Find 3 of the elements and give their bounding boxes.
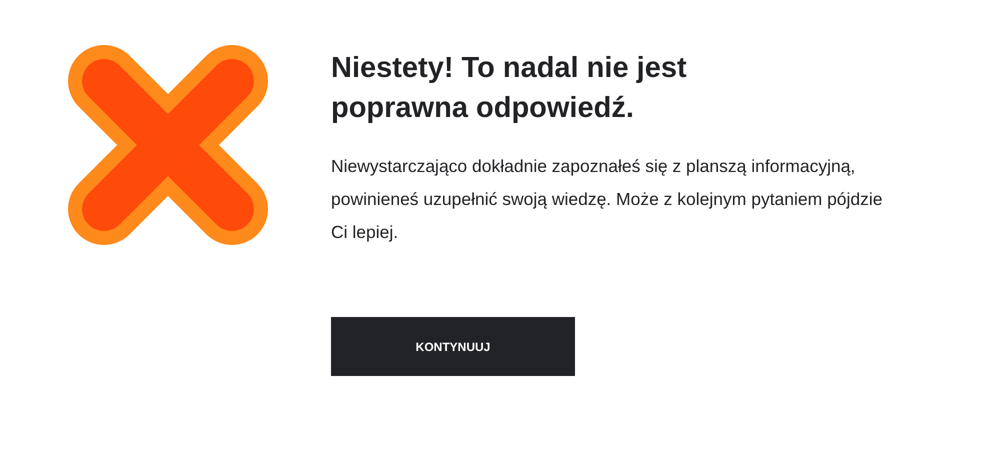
result-heading: Niestety! To nadal nie jest poprawna odpowiedź.: [331, 51, 688, 126]
result-message: Niewystarczająco dokładnie zapoznałeś się z planszą informacyjną, powinieneś uzupełnić swoją wiedzę. Może z kolejnym pytaniem pójdzie Ci lepiej.: [331, 155, 884, 244]
continue-button[interactable]: KONTYNUUJ: [331, 317, 575, 376]
